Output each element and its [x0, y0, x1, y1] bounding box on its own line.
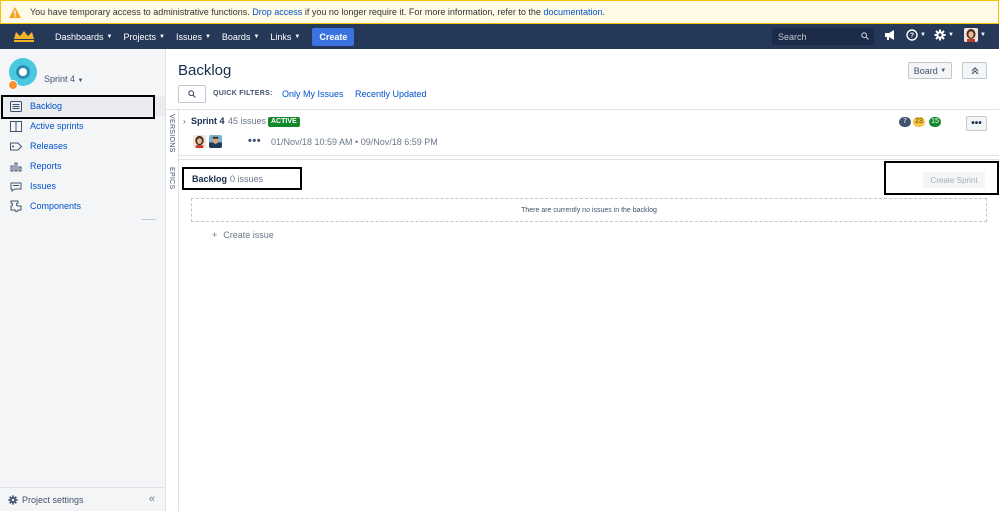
megaphone-icon	[885, 30, 894, 40]
search-input[interactable]: Search	[772, 28, 874, 45]
in-progress-count-badge: 23	[913, 117, 925, 127]
top-navigation-bar: Dashboards ▼ Projects ▼ Issues ▼ Boards ▼ Li…	[0, 24, 999, 49]
releases-icon	[9, 140, 22, 153]
help-icon: ?	[906, 29, 918, 41]
sidebar-item-label: Active sprints	[30, 121, 84, 131]
sidebar-item-active-sprints[interactable]: Active sprints	[0, 116, 165, 136]
drop-access-link[interactable]: Drop access	[252, 7, 302, 17]
project-settings-label: Project settings	[22, 494, 84, 505]
divider	[166, 109, 999, 110]
assignee-avatar[interactable]	[209, 135, 222, 148]
chevron-down-icon: ▼	[980, 32, 986, 38]
nav-dashboards[interactable]: Dashboards ▼	[55, 32, 112, 42]
nav-projects[interactable]: Projects ▼	[123, 32, 164, 42]
nav-issues[interactable]: Issues ▼	[176, 32, 211, 42]
warning-icon	[9, 6, 21, 18]
sidebar-item-releases[interactable]: Releases	[0, 136, 165, 156]
jira-logo[interactable]	[4, 24, 44, 49]
plus-icon: +	[212, 230, 218, 240]
sidebar-divider	[142, 219, 156, 220]
tab-versions[interactable]: VERSIONS	[168, 114, 175, 153]
banner-message: You have temporary access to administrat…	[30, 7, 605, 17]
nav-links[interactable]: Links ▼	[270, 32, 300, 42]
sprint-name[interactable]: Sprint 4	[191, 116, 225, 126]
search-icon	[861, 32, 869, 40]
divider	[178, 109, 179, 511]
sidebar-item-label: Reports	[30, 161, 62, 171]
help-menu-button[interactable]: ? ▼	[906, 29, 926, 41]
project-settings-link[interactable]: Project settings «	[0, 487, 165, 511]
reports-icon	[9, 160, 22, 173]
sidebar-item-components[interactable]: Components	[0, 196, 165, 216]
sprint-actions-button[interactable]: •••	[966, 116, 987, 131]
assignee-avatar[interactable]	[193, 135, 206, 148]
crown-logo-icon	[14, 30, 34, 42]
gear-icon	[934, 29, 946, 41]
collapse-sidebar-icon[interactable]: «	[149, 493, 155, 505]
sidebar-item-label: Issues	[30, 181, 57, 191]
settings-menu-button[interactable]: ▼	[934, 29, 954, 41]
sprint-dates: 01/Nov/18 10:59 AM • 09/Nov/18 6:59 PM	[271, 137, 438, 147]
divider	[178, 159, 999, 160]
divider	[178, 155, 999, 156]
notifications-button[interactable]	[884, 29, 896, 41]
todo-count-badge: 7	[899, 117, 911, 127]
admin-access-banner: You have temporary access to administrat…	[0, 0, 999, 24]
chevron-down-icon: ▼	[940, 67, 947, 74]
chevron-up-double-icon	[971, 66, 978, 74]
project-badge-icon	[8, 80, 18, 90]
sprint-selector[interactable]: Sprint 4 ▼	[44, 74, 84, 84]
sidebar-item-label: Releases	[30, 141, 68, 151]
sidebar-item-reports[interactable]: Reports	[0, 156, 165, 176]
sidebar-item-issues[interactable]: Issues	[0, 176, 165, 196]
quick-filters-label: QUICK FILTERS:	[213, 90, 273, 97]
chevron-right-icon[interactable]: ›	[183, 117, 186, 126]
highlight-box-create-sprint	[884, 161, 999, 195]
create-issue-button[interactable]: + Create issue	[212, 230, 274, 240]
status-badge: ACTIVE	[268, 117, 300, 127]
issues-icon	[9, 180, 22, 193]
sprint-issue-count: 45 issues	[228, 116, 267, 126]
create-button[interactable]: Create	[312, 27, 355, 46]
quick-filter-only-my-issues[interactable]: Only My Issues	[282, 89, 344, 99]
chevron-down-icon: ▼	[920, 32, 926, 38]
project-sidebar: Sprint 4 ▼ Backlog Active sprints Releas…	[0, 49, 166, 511]
highlight-box-backlog-heading	[182, 167, 302, 190]
nav-boards[interactable]: Boards ▼	[222, 32, 259, 42]
active-sprints-icon	[9, 120, 22, 133]
quick-filter-recently-updated[interactable]: Recently Updated	[355, 89, 427, 99]
chevron-down-icon: ▼	[948, 32, 954, 38]
components-icon	[9, 200, 22, 213]
fullscreen-toggle-button[interactable]	[962, 62, 987, 79]
svg-text:?: ?	[910, 33, 914, 40]
sidebar-item-label: Components	[30, 201, 82, 211]
done-count-badge: 15	[929, 117, 941, 127]
board-menu-button[interactable]: Board ▼	[908, 62, 952, 79]
documentation-link[interactable]: documentation	[543, 7, 602, 17]
profile-menu-button[interactable]: ▼	[964, 28, 986, 42]
page-title: Backlog	[178, 62, 232, 79]
user-avatar	[964, 28, 978, 42]
gear-icon	[8, 494, 18, 505]
backlog-search-input[interactable]	[178, 85, 206, 103]
more-assignees-icon[interactable]: •••	[248, 135, 261, 147]
tab-epics[interactable]: EPICS	[168, 167, 175, 190]
empty-backlog-dropzone: There are currently no issues in the bac…	[191, 198, 987, 222]
highlight-box-backlog	[1, 95, 155, 119]
search-icon	[188, 90, 196, 98]
